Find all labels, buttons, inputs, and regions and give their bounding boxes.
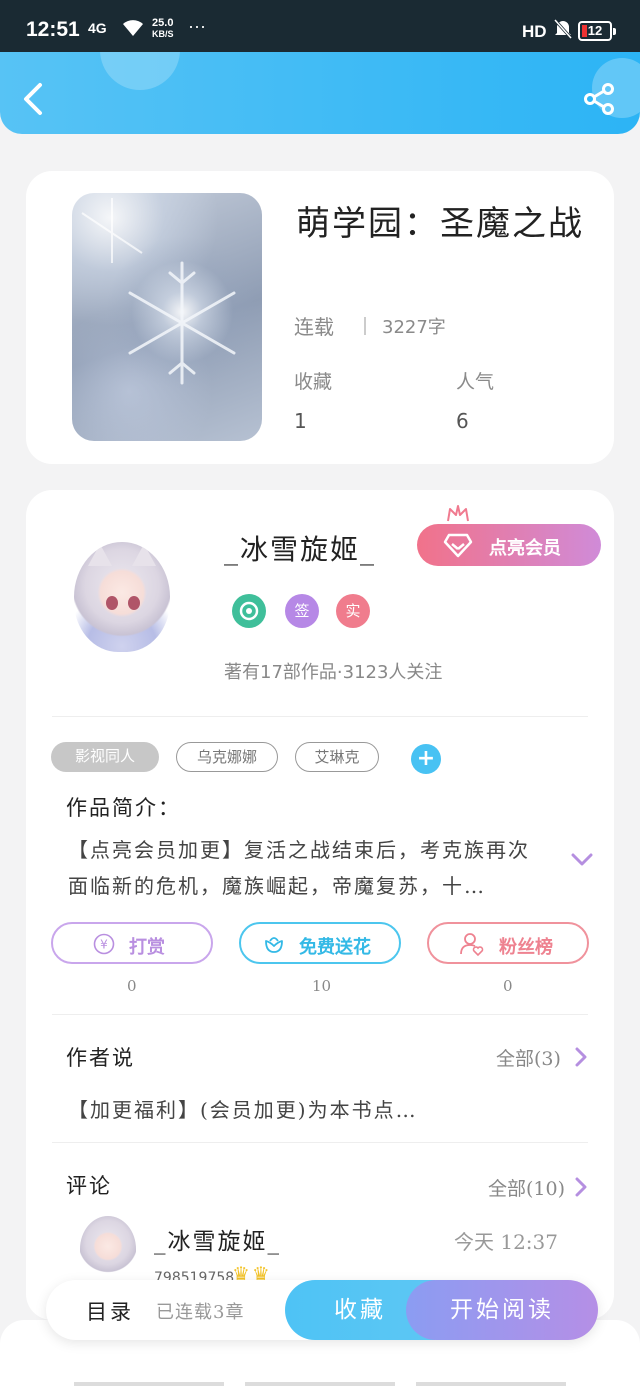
signal-indicator: 4G <box>88 20 107 36</box>
yen-icon: ¥ <box>93 933 115 955</box>
share-button[interactable] <box>582 82 616 116</box>
tip-button[interactable]: ¥ 打赏 <box>51 922 213 964</box>
snowflake-image <box>81 198 236 385</box>
share-icon <box>584 83 614 115</box>
decor-bubble <box>100 52 180 90</box>
expand-intro-button[interactable] <box>571 852 593 866</box>
chevron-right-icon <box>575 1177 587 1197</box>
fans-count: 0 <box>503 977 513 995</box>
add-tag-button[interactable]: + <box>411 744 441 774</box>
tip-count: 0 <box>127 977 137 995</box>
battery-icon: 12 <box>578 21 616 41</box>
author-name[interactable]: _冰雪旋姬_ <box>224 528 376 568</box>
avatar-eye <box>128 596 140 610</box>
book-cover[interactable] <box>72 193 262 441</box>
author-note-text[interactable]: 【加更福利】(会员加更)为本书点… <box>68 1094 538 1123</box>
hd-indicator: HD <box>522 22 547 41</box>
vip-membership-button[interactable]: 点亮会员 <box>417 524 601 566</box>
vip-button-label: 点亮会员 <box>489 538 561 558</box>
commenter-name[interactable]: _冰雪旋姬_ <box>154 1222 281 1256</box>
mute-icon <box>553 18 573 45</box>
chevron-right-icon <box>575 1047 587 1067</box>
popularity-count: 6 <box>456 409 469 433</box>
more-status: ··· <box>188 16 206 36</box>
word-count: 3227字 <box>382 317 446 338</box>
fans-icon <box>460 933 484 957</box>
flower-count: 10 <box>312 977 332 995</box>
chevron-left-icon <box>24 83 42 115</box>
popularity-label: 人气 <box>456 371 495 393</box>
bottom-action-bar: 目录 已连载3章 收藏 开始阅读 <box>46 1280 598 1340</box>
divider <box>52 716 588 717</box>
tag-item[interactable]: 艾琳克 <box>295 742 379 772</box>
intro-text[interactable]: 【点亮会员加更】复活之战结束后，考克族再次面临新的危机，魔族崛起，帝魔复苏，十… <box>68 832 538 904</box>
status-bar: 12:51 4G 25.0 KB/S ··· HD 12 <box>0 0 640 52</box>
divider <box>245 1382 395 1386</box>
author-note-more[interactable] <box>575 1047 587 1067</box>
author-avatar[interactable] <box>74 542 170 652</box>
send-flower-button[interactable]: 免费送花 <box>239 922 401 964</box>
speed-unit: KB/S <box>152 29 174 39</box>
status-time: 12:51 <box>26 18 80 41</box>
flower-icon <box>265 937 283 953</box>
book-detail-card: _冰雪旋姬_ 点亮会员 签 实 著有17部作品·3123人关注 影视同人 乌克娜… <box>26 490 614 1320</box>
divider <box>416 1382 566 1386</box>
fans-ranking-button[interactable]: 粉丝榜 <box>427 922 589 964</box>
toc-button[interactable]: 目录 <box>86 1296 134 1326</box>
top-app-bar <box>0 52 640 134</box>
divider <box>52 1014 588 1015</box>
flower-badge-icon[interactable] <box>232 594 266 628</box>
author-note-all-link[interactable]: 全部(3) <box>496 1044 561 1071</box>
divider <box>74 1382 224 1386</box>
book-info-card: 萌学园：圣魔之战 连载 3227字 收藏 1 人气 6 <box>26 171 614 464</box>
diamond-icon <box>443 533 473 558</box>
comments-more[interactable] <box>575 1177 587 1197</box>
intro-title: 作品简介： <box>66 796 181 820</box>
author-note-title: 作者说 <box>66 1046 135 1070</box>
back-button[interactable] <box>20 82 48 116</box>
tag-item[interactable]: 乌克娜娜 <box>176 742 278 772</box>
svg-text:¥: ¥ <box>100 938 108 952</box>
book-title: 萌学园：圣魔之战 <box>296 204 584 244</box>
avatar-eye <box>106 596 118 610</box>
tip-label: 打赏 <box>129 937 165 957</box>
wifi-icon <box>120 16 146 44</box>
tag-item[interactable]: 影视同人 <box>51 742 159 772</box>
chevron-down-icon <box>571 853 593 866</box>
book-status: 连载 <box>294 315 334 339</box>
divider <box>52 1142 588 1143</box>
avatar-ear <box>88 544 112 566</box>
start-reading-button[interactable]: 开始阅读 <box>406 1280 598 1340</box>
chapter-count: 已连载3章 <box>156 1302 245 1323</box>
favorites-count: 1 <box>294 409 307 433</box>
speed-value: 25.0 <box>152 17 174 29</box>
network-speed: 25.0 KB/S <box>152 18 174 40</box>
send-flower-label: 免费送花 <box>299 937 371 957</box>
comments-all-link[interactable]: 全部(10) <box>488 1174 565 1201</box>
comments-title: 评论 <box>66 1174 112 1198</box>
signed-badge[interactable]: 签 <box>285 594 319 628</box>
avatar-ear <box>132 544 156 566</box>
divider <box>364 317 366 335</box>
fans-ranking-label: 粉丝榜 <box>499 937 553 957</box>
verified-badge[interactable]: 实 <box>336 594 370 628</box>
author-stats: 著有17部作品·3123人关注 <box>224 662 443 683</box>
commenter-avatar[interactable] <box>80 1216 136 1282</box>
favorites-label: 收藏 <box>294 371 333 393</box>
comment-time: 今天 12:37 <box>454 1230 558 1254</box>
